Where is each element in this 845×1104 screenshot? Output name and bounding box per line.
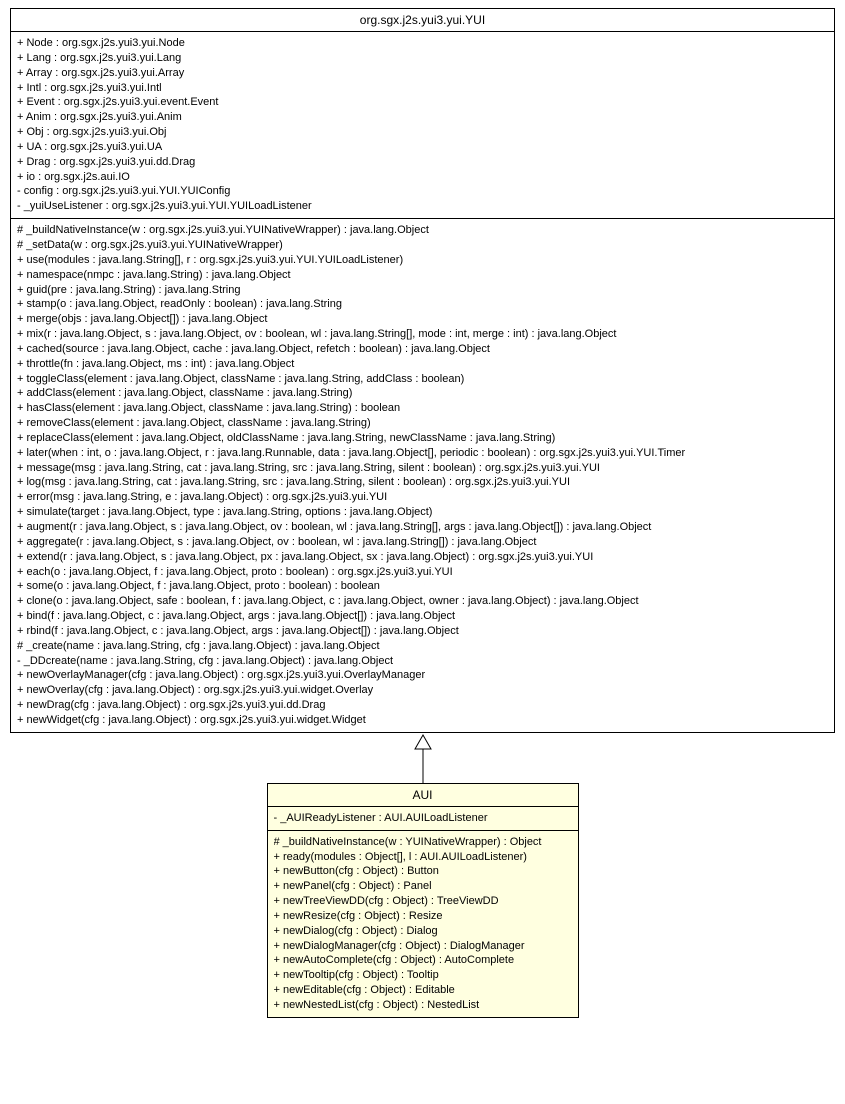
method-row: + removeClass(element : java.lang.Object… [17, 416, 828, 431]
method-row: + use(modules : java.lang.String[], r : … [17, 253, 828, 268]
method-row: + augment(r : java.lang.Object, s : java… [17, 520, 828, 535]
method-row: + message(msg : java.lang.String, cat : … [17, 461, 828, 476]
method-row: # _buildNativeInstance(w : org.sgx.j2s.y… [17, 223, 828, 238]
method-row: + log(msg : java.lang.String, cat : java… [17, 475, 828, 490]
method-row: + throttle(fn : java.lang.Object, ms : i… [17, 357, 828, 372]
method-row: + toggleClass(element : java.lang.Object… [17, 372, 828, 387]
attribute-row: + Node : org.sgx.j2s.yui3.yui.Node [17, 36, 828, 51]
method-row: + each(o : java.lang.Object, f : java.la… [17, 565, 828, 580]
attribute-row: + Array : org.sgx.j2s.yui3.yui.Array [17, 66, 828, 81]
method-row: + replaceClass(element : java.lang.Objec… [17, 431, 828, 446]
attribute-row: - _AUIReadyListener : AUI.AUILoadListene… [274, 811, 572, 826]
attribute-row: + Event : org.sgx.j2s.yui3.yui.event.Eve… [17, 95, 828, 110]
method-row: - _DDcreate(name : java.lang.String, cfg… [17, 654, 828, 669]
method-row: + merge(objs : java.lang.Object[]) : jav… [17, 312, 828, 327]
method-row: + newNestedList(cfg : Object) : NestedLi… [274, 998, 572, 1013]
class-yui-name: org.sgx.j2s.yui3.yui.YUI [11, 9, 834, 32]
method-row: + guid(pre : java.lang.String) : java.la… [17, 283, 828, 298]
class-yui-attributes: + Node : org.sgx.j2s.yui3.yui.Node+ Lang… [11, 32, 834, 219]
method-row: + extend(r : java.lang.Object, s : java.… [17, 550, 828, 565]
method-row: + newWidget(cfg : java.lang.Object) : or… [17, 713, 828, 728]
class-yui: org.sgx.j2s.yui3.yui.YUI + Node : org.sg… [10, 8, 835, 733]
method-row: # _setData(w : org.sgx.j2s.yui3.yui.YUIN… [17, 238, 828, 253]
method-row: # _create(name : java.lang.String, cfg :… [17, 639, 828, 654]
class-aui-name: AUI [268, 784, 578, 807]
class-aui-attributes: - _AUIReadyListener : AUI.AUILoadListene… [268, 807, 578, 831]
method-row: # _buildNativeInstance(w : YUINativeWrap… [274, 835, 572, 850]
class-yui-methods: # _buildNativeInstance(w : org.sgx.j2s.y… [11, 219, 834, 732]
method-row: + some(o : java.lang.Object, f : java.la… [17, 579, 828, 594]
inheritance-arrow [10, 733, 835, 783]
method-row: + namespace(nmpc : java.lang.String) : j… [17, 268, 828, 283]
method-row: + newEditable(cfg : Object) : Editable [274, 983, 572, 998]
method-row: + newDrag(cfg : java.lang.Object) : org.… [17, 698, 828, 713]
method-row: + later(when : int, o : java.lang.Object… [17, 446, 828, 461]
method-row: + hasClass(element : java.lang.Object, c… [17, 401, 828, 416]
method-row: + newDialog(cfg : Object) : Dialog [274, 924, 572, 939]
uml-diagram: org.sgx.j2s.yui3.yui.YUI + Node : org.sg… [0, 0, 845, 1026]
attribute-row: + io : org.sgx.j2s.aui.IO [17, 170, 828, 185]
method-row: + clone(o : java.lang.Object, safe : boo… [17, 594, 828, 609]
method-row: + stamp(o : java.lang.Object, readOnly :… [17, 297, 828, 312]
method-row: + newOverlay(cfg : java.lang.Object) : o… [17, 683, 828, 698]
attribute-row: + Intl : org.sgx.j2s.yui3.yui.Intl [17, 81, 828, 96]
attribute-row: - _yuiUseListener : org.sgx.j2s.yui3.yui… [17, 199, 828, 214]
attribute-row: + Lang : org.sgx.j2s.yui3.yui.Lang [17, 51, 828, 66]
method-row: + error(msg : java.lang.String, e : java… [17, 490, 828, 505]
method-row: + newTreeViewDD(cfg : Object) : TreeView… [274, 894, 572, 909]
method-row: + aggregate(r : java.lang.Object, s : ja… [17, 535, 828, 550]
method-row: + ready(modules : Object[], l : AUI.AUIL… [274, 850, 572, 865]
attribute-row: + Drag : org.sgx.j2s.yui3.yui.dd.Drag [17, 155, 828, 170]
method-row: + mix(r : java.lang.Object, s : java.lan… [17, 327, 828, 342]
method-row: + newDialogManager(cfg : Object) : Dialo… [274, 939, 572, 954]
class-aui-methods: # _buildNativeInstance(w : YUINativeWrap… [268, 831, 578, 1017]
attribute-row: + Anim : org.sgx.j2s.yui3.yui.Anim [17, 110, 828, 125]
method-row: + simulate(target : java.lang.Object, ty… [17, 505, 828, 520]
method-row: + rbind(f : java.lang.Object, c : java.l… [17, 624, 828, 639]
attribute-row: - config : org.sgx.j2s.yui3.yui.YUI.YUIC… [17, 184, 828, 199]
method-row: + newAutoComplete(cfg : Object) : AutoCo… [274, 953, 572, 968]
method-row: + newResize(cfg : Object) : Resize [274, 909, 572, 924]
attribute-row: + Obj : org.sgx.j2s.yui3.yui.Obj [17, 125, 828, 140]
method-row: + cached(source : java.lang.Object, cach… [17, 342, 828, 357]
method-row: + newOverlayManager(cfg : java.lang.Obje… [17, 668, 828, 683]
attribute-row: + UA : org.sgx.j2s.yui3.yui.UA [17, 140, 828, 155]
method-row: + newPanel(cfg : Object) : Panel [274, 879, 572, 894]
arrow-icon [408, 733, 438, 783]
method-row: + newButton(cfg : Object) : Button [274, 864, 572, 879]
method-row: + newTooltip(cfg : Object) : Tooltip [274, 968, 572, 983]
class-aui: AUI - _AUIReadyListener : AUI.AUILoadLis… [267, 783, 579, 1018]
method-row: + bind(f : java.lang.Object, c : java.la… [17, 609, 828, 624]
method-row: + addClass(element : java.lang.Object, c… [17, 386, 828, 401]
